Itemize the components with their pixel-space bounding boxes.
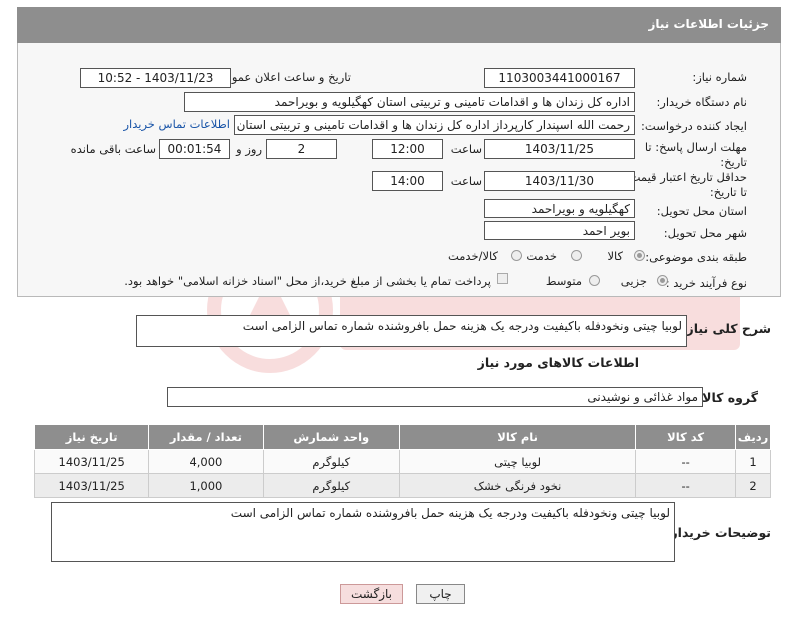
buyer-notes-text: لوبیا چیتی ونخودفله باکیفیت ودرجه یک هزی… — [230, 506, 670, 520]
need-description-field: لوبیا چیتی ونخودفله باکیفیت ودرجه یک هزی… — [136, 315, 687, 347]
goods-group-field: مواد غذائی و نوشیدنی — [167, 387, 703, 407]
category-option-service: خدمت — [526, 249, 557, 263]
page-title: جزئیات اطلاعات نیاز — [648, 17, 769, 31]
validity-date-field: 1403/11/30 — [484, 171, 635, 191]
table-row: 2 -- نخود فرنگی خشک کیلوگرم 1,000 1403/1… — [33, 473, 771, 498]
process-label: نوع فرآیند خرید : — [665, 276, 747, 290]
announce-date-field: 1403/11/23 - 10:52 — [80, 68, 231, 88]
payment-note: پرداخت تمام یا بخشی از مبلغ خرید،از محل … — [124, 274, 491, 288]
validity-time-label: ساعت — [450, 174, 482, 188]
col-header-unit: واحد شمارش — [262, 424, 400, 450]
goods-section-title: اطلاعات کالاهای مورد نیاز — [477, 355, 639, 370]
category-label: طبقه بندی موضوعی: — [645, 250, 747, 264]
announce-label: تاریخ و ساعت اعلان عمومی: — [212, 70, 351, 84]
reply-time-field: 12:00 — [372, 139, 443, 159]
city-label: شهر محل تحویل: — [663, 226, 747, 240]
buyer-org-field: اداره کل زندان ها و اقدامات تامینی و ترب… — [184, 92, 635, 112]
need-description-label: شرح کلی نیاز: — [681, 321, 771, 336]
buyer-org-label: نام دستگاه خریدار: — [656, 95, 747, 109]
province-label: استان محل تحویل: — [656, 204, 747, 218]
col-header-row: ردیف — [735, 424, 771, 450]
cell-row: 1 — [735, 449, 771, 474]
reply-time-label: ساعت — [450, 142, 482, 156]
cell-qty: 4,000 — [148, 449, 264, 474]
days-field: 2 — [266, 139, 337, 159]
category-radio-goods[interactable] — [634, 250, 645, 261]
process-radio-medium[interactable] — [589, 275, 600, 286]
need-number-field: 1103003441000167 — [484, 68, 635, 88]
city-field: بویر احمد — [484, 221, 635, 240]
process-radio-minor[interactable] — [657, 275, 668, 286]
cell-unit: کیلوگرم — [262, 473, 400, 498]
cell-code: -- — [635, 449, 737, 474]
category-option-goods-service: کالا/خدمت — [447, 249, 498, 263]
cell-name: لوبیا چیتی — [398, 449, 637, 474]
need-number-label: شماره نیاز: — [692, 70, 747, 84]
print-button[interactable]: چاپ — [416, 584, 465, 604]
contact-info-link[interactable]: اطلاعات تماس خریدار — [123, 117, 230, 131]
goods-table: ردیف کد کالا نام کالا واحد شمارش تعداد /… — [33, 424, 771, 498]
treasury-checkbox[interactable] — [497, 273, 508, 284]
cell-code: -- — [635, 473, 737, 498]
process-option-minor: جزیی — [620, 274, 647, 288]
remaining-time-field: 00:01:54 — [159, 139, 230, 159]
goods-group-label: گروه کالا: — [697, 390, 758, 405]
reply-date-field: 1403/11/25 — [484, 139, 635, 159]
category-option-goods: کالا — [607, 249, 623, 263]
need-description-text: لوبیا چیتی ونخودفله باکیفیت ودرجه یک هزی… — [242, 319, 682, 333]
buyer-notes-label: توضیحات خریدار: — [665, 525, 771, 540]
category-radio-goods-service[interactable] — [511, 250, 522, 261]
cell-unit: کیلوگرم — [262, 449, 400, 474]
buyer-notes-field: لوبیا چیتی ونخودفله باکیفیت ودرجه یک هزی… — [51, 502, 675, 562]
col-header-date: تاریخ نیاز — [33, 424, 150, 450]
cell-name: نخود فرنگی خشک — [398, 473, 637, 498]
cell-row: 2 — [735, 473, 771, 498]
validity-time-field: 14:00 — [372, 171, 443, 191]
days-label: روز و — [236, 142, 262, 156]
requester-label: ایجاد کننده درخواست: — [641, 119, 747, 133]
cell-qty: 1,000 — [148, 473, 264, 498]
back-button[interactable]: بازگشت — [340, 584, 403, 604]
validity-label: حداقل تاریخ اعتبار قیمت: تا تاریخ: — [625, 170, 747, 199]
category-radio-service[interactable] — [571, 250, 582, 261]
cell-date: 1403/11/25 — [33, 473, 150, 498]
province-field: کهگیلویه و بویراحمد — [484, 199, 635, 218]
col-header-code: کد کالا — [635, 424, 737, 450]
col-header-qty: تعداد / مقدار — [148, 424, 264, 450]
remaining-label: ساعت باقی مانده — [70, 142, 156, 156]
requester-field: رحمت الله اسپندار کارپرداز اداره کل زندا… — [234, 115, 635, 135]
col-header-name: نام کالا — [398, 424, 637, 450]
table-row: 1 -- لوبیا چیتی کیلوگرم 4,000 1403/11/25 — [33, 449, 771, 474]
header-bar: جزئیات اطلاعات نیاز — [17, 7, 781, 43]
reply-deadline-label: مهلت ارسال پاسخ: تا تاریخ: — [644, 140, 747, 169]
cell-date: 1403/11/25 — [33, 449, 150, 474]
process-option-medium: متوسط — [545, 274, 582, 288]
